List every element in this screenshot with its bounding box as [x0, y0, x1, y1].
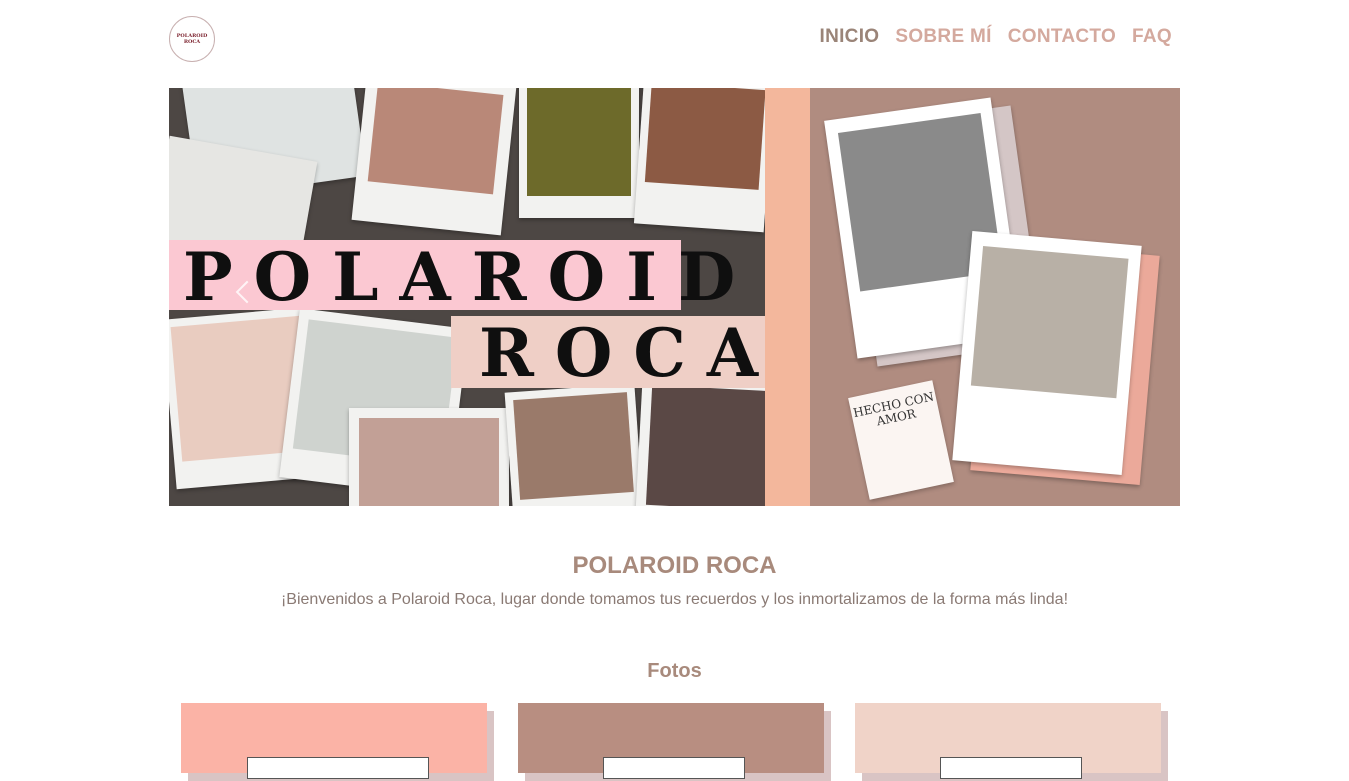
photo-card-2[interactable] [518, 703, 824, 779]
photo-card-1[interactable] [181, 703, 487, 779]
fotos-heading: Fotos [647, 660, 702, 682]
logo-text: POLAROID ROCA [176, 33, 208, 45]
logo[interactable]: POLAROID ROCA [169, 16, 215, 62]
welcome-text: ¡Bienvenidos a Polaroid Roca, lugar dond… [280, 591, 1069, 608]
tag-text: HECHO CON AMOR [851, 389, 936, 429]
hero-title-line2: ROCA [479, 314, 765, 392]
photo-card-3[interactable] [855, 703, 1161, 779]
main-nav: INICIO SOBRE MÍ CONTACTO FAQ [820, 26, 1173, 48]
nav-faq[interactable]: FAQ [1132, 26, 1172, 48]
nav-inicio[interactable]: INICIO [820, 26, 880, 48]
hero-stripe [765, 88, 810, 506]
hero-carousel[interactable]: POLAROID ROCA HECHO CON AMOR [169, 88, 1180, 506]
hero-collage: POLAROID ROCA [169, 88, 765, 506]
hero-title-line1: POLAROID [183, 238, 757, 316]
page-title: POLAROID ROCA [572, 552, 777, 579]
nav-sobre-mi[interactable]: SOBRE MÍ [895, 26, 991, 48]
nav-contacto[interactable]: CONTACTO [1008, 26, 1116, 48]
